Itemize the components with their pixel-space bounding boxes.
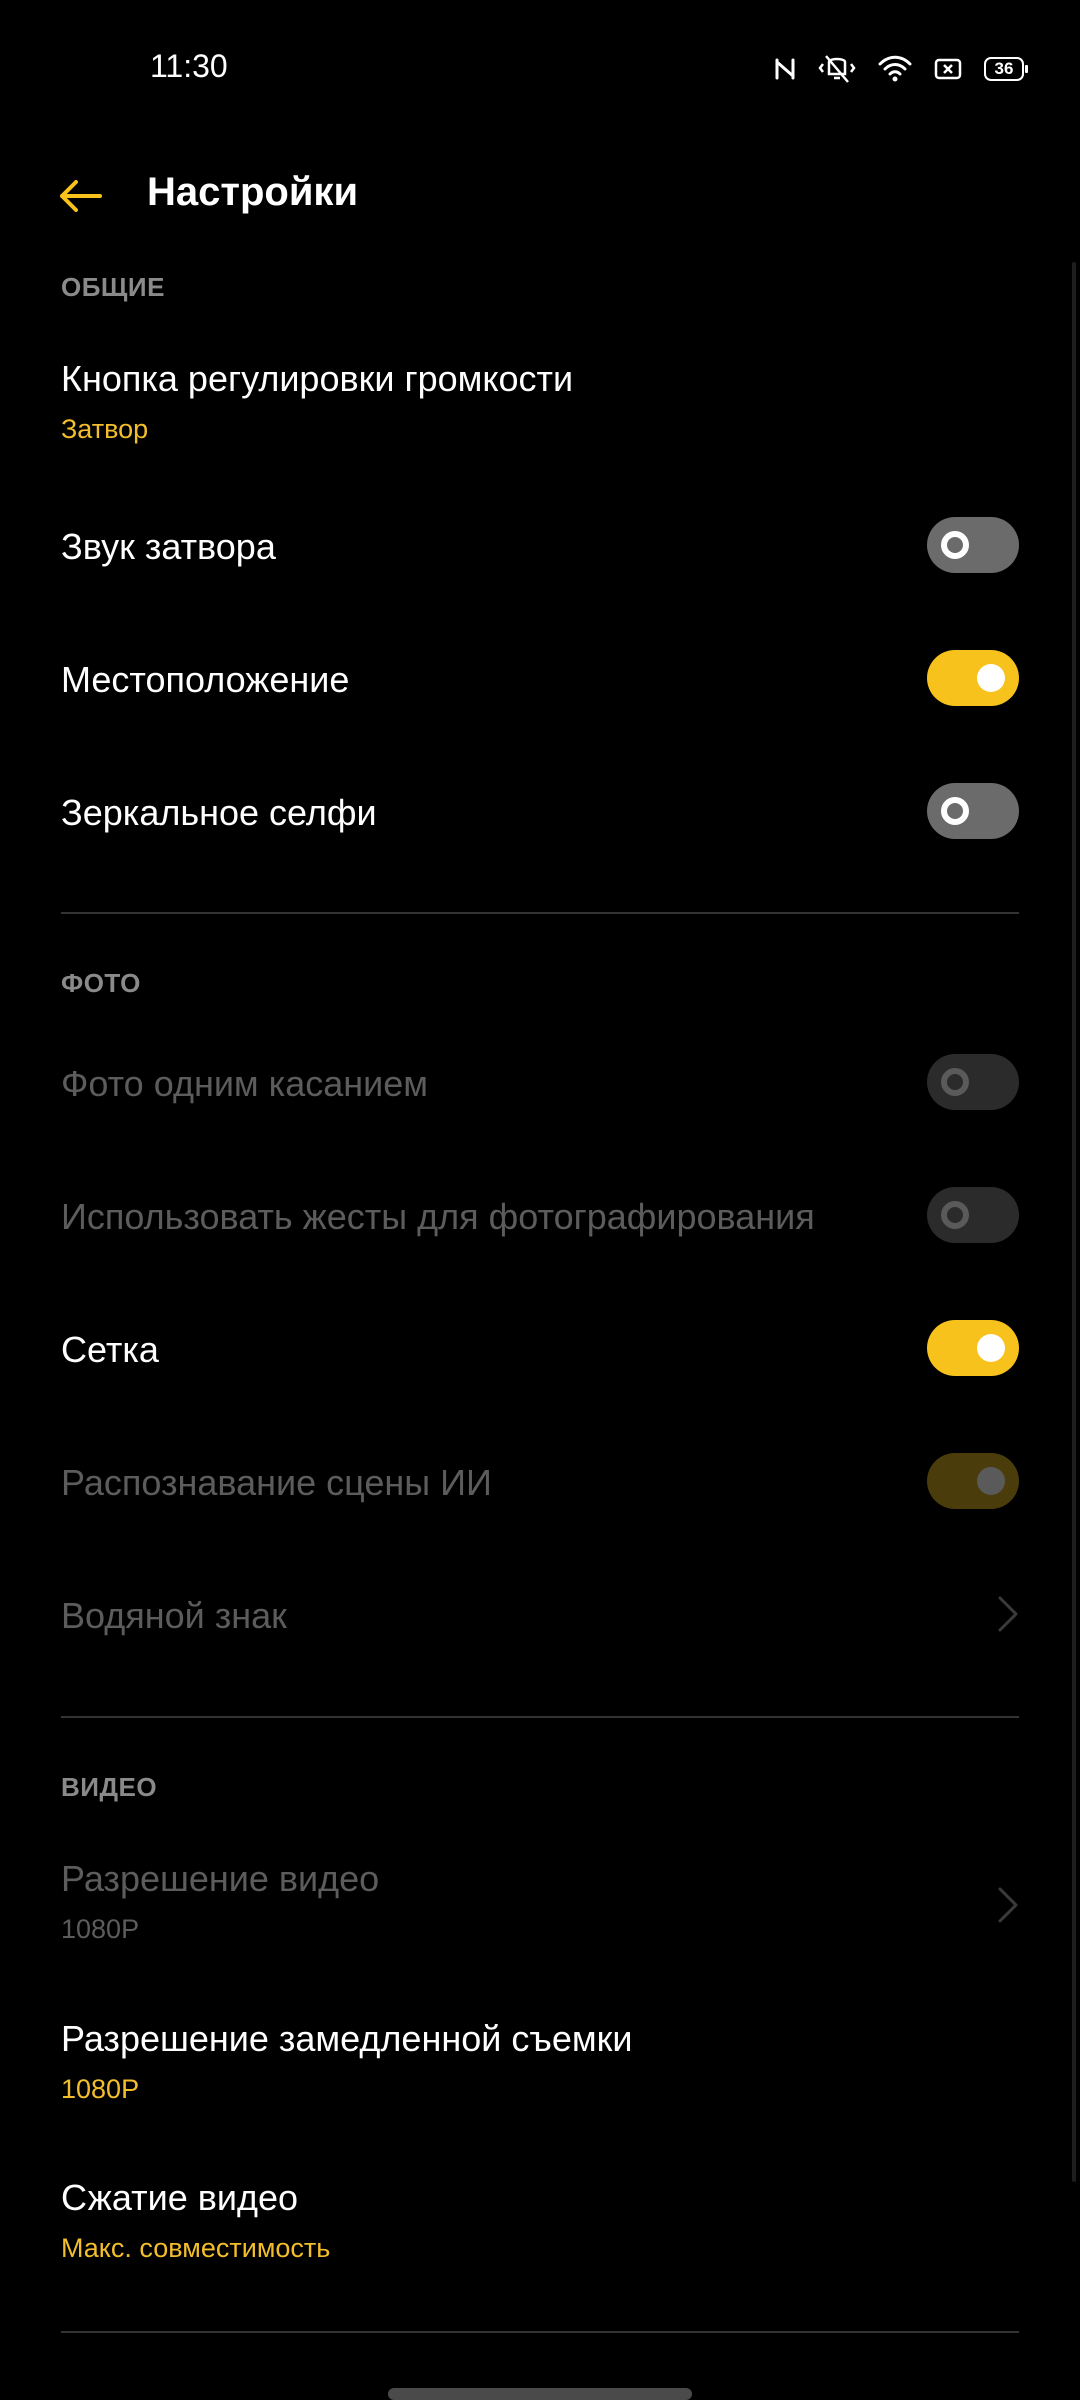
setting-title: Кнопка регулировки громкости (61, 358, 574, 399)
battery-icon: 36 (984, 57, 1028, 81)
setting-title: Распознавание сцены ИИ (61, 1462, 492, 1503)
chevron-right-icon (998, 1887, 1018, 1923)
setting-slowmo-resolution[interactable]: Разрешение замедленной съемки 1080P (0, 2000, 1080, 2130)
setting-video-compression[interactable]: Сжатие видео Макс. совместимость (0, 2159, 1080, 2289)
setting-ai-scene[interactable]: Распознавание сцены ИИ (0, 1436, 1080, 1526)
setting-title: Зеркальное селфи (61, 792, 377, 833)
wifi-icon (878, 55, 912, 82)
setting-title: Сетка (61, 1329, 159, 1370)
setting-one-touch-photo[interactable]: Фото одним касанием (0, 1037, 1080, 1127)
toggle-knob (941, 797, 969, 825)
battery-level: 36 (994, 59, 1014, 78)
scrollbar[interactable] (1072, 262, 1076, 2182)
setting-location[interactable]: Местоположение (0, 633, 1080, 723)
arrow-left-icon (60, 180, 102, 212)
setting-mirror-selfie[interactable]: Зеркальное селфи (0, 766, 1080, 856)
section-header-video: ВИДЕО (0, 1772, 1080, 1812)
status-bar: 11:30 36 (0, 0, 1080, 140)
one-touch-photo-toggle[interactable] (927, 1054, 1019, 1110)
toggle-knob (977, 1467, 1005, 1495)
setting-watermark[interactable]: Водяной знак (0, 1569, 1080, 1659)
setting-gestures[interactable]: Использовать жесты для фотографирования (0, 1170, 1080, 1260)
setting-title: Сжатие видео (61, 2177, 299, 2218)
setting-value: 1080P (61, 2074, 140, 2104)
setting-value: Затвор (61, 414, 149, 444)
gestures-toggle[interactable] (927, 1187, 1019, 1243)
setting-title: Разрешение замедленной съемки (61, 2018, 633, 2059)
setting-title: Звук затвора (61, 526, 276, 567)
divider (61, 1716, 1019, 1718)
setting-value: Макс. совместимость (61, 2233, 331, 2263)
screen-record-icon (934, 58, 962, 80)
toggle-knob (941, 1068, 969, 1096)
grid-toggle[interactable] (927, 1320, 1019, 1376)
status-time: 11:30 (150, 48, 228, 84)
chevron-right-icon (998, 1596, 1018, 1632)
back-button[interactable] (44, 166, 116, 226)
location-toggle[interactable] (927, 650, 1019, 706)
toggle-knob (941, 1201, 969, 1229)
divider (61, 912, 1019, 914)
setting-title: Использовать жесты для фотографирования (61, 1196, 815, 1237)
home-indicator[interactable] (388, 2388, 692, 2400)
toggle-knob (977, 1334, 1005, 1362)
setting-title: Разрешение видео (61, 1858, 380, 1899)
setting-shutter-sound[interactable]: Звук затвора (0, 500, 1080, 590)
divider (61, 2331, 1019, 2333)
setting-video-resolution[interactable]: Разрешение видео 1080P (0, 1840, 1080, 1970)
ai-scene-toggle[interactable] (927, 1453, 1019, 1509)
section-header-general: ОБЩИЕ (0, 272, 1080, 312)
setting-title: Фото одним касанием (61, 1063, 429, 1104)
status-icons: 36 (774, 52, 1028, 86)
vibrate-icon (818, 55, 856, 83)
setting-grid[interactable]: Сетка (0, 1303, 1080, 1393)
section-header-label: ОБЩИЕ (61, 272, 165, 302)
toggle-knob (941, 531, 969, 559)
setting-title: Местоположение (61, 659, 350, 700)
setting-volume-button[interactable]: Кнопка регулировки громкости Затвор (0, 340, 1080, 470)
page-title: Настройки (147, 170, 359, 214)
toggle-knob (977, 664, 1005, 692)
section-header-label: ФОТО (61, 968, 141, 998)
setting-value: 1080P (61, 1914, 140, 1944)
nfc-icon (775, 58, 795, 80)
shutter-sound-toggle[interactable] (927, 517, 1019, 573)
setting-title: Водяной знак (61, 1595, 287, 1636)
mirror-selfie-toggle[interactable] (927, 783, 1019, 839)
section-header-photo: ФОТО (0, 968, 1080, 1008)
section-header-label: ВИДЕО (61, 1772, 158, 1802)
app-bar: Настройки (0, 140, 1080, 252)
